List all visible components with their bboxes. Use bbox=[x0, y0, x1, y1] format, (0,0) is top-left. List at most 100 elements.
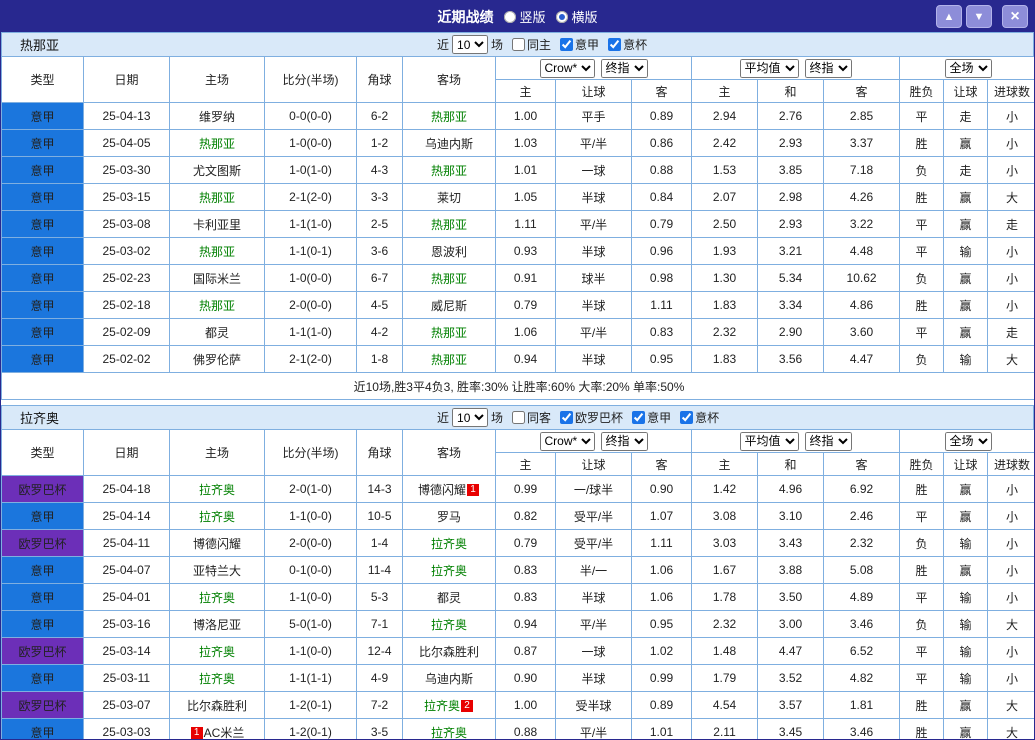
euro-away-odds: 10.62 bbox=[823, 264, 901, 292]
section-header-row: 热那亚 近 10 场 同主 意甲 意杯 bbox=[1, 32, 1034, 56]
filter-checkbox-2[interactable]: 意甲 bbox=[560, 36, 599, 53]
corner-cell: 4-5 bbox=[356, 291, 403, 319]
match-count-select[interactable]: 10 bbox=[452, 35, 489, 54]
checkbox-label-text: 同客 bbox=[527, 411, 552, 425]
away-team-cell: 热那亚 bbox=[402, 264, 496, 292]
team-label: 乌迪内斯 bbox=[424, 671, 473, 686]
asia-odds-dropdowns: Crow* 终指 bbox=[494, 56, 693, 80]
layout-radio-horizontal[interactable]: 横版 bbox=[555, 7, 598, 26]
checkbox-input[interactable] bbox=[512, 411, 526, 424]
score-cell: 0-0(0-0) bbox=[264, 102, 357, 130]
goals-result-cell: 小 bbox=[987, 664, 1034, 692]
euro-home-odds: 1.30 bbox=[691, 264, 759, 292]
asia-away-odds: 0.79 bbox=[630, 210, 693, 238]
checkbox-input[interactable] bbox=[560, 38, 574, 51]
handicap-result-cell: 赢 bbox=[943, 718, 989, 739]
match-filter-controls: 近 10 场 同主 意甲 意杯 bbox=[437, 35, 647, 54]
euro-draw-odds: 2.98 bbox=[757, 183, 825, 211]
result-cell: 平 bbox=[899, 210, 945, 238]
asia-handicap: 一球 bbox=[555, 637, 632, 665]
column-subheader: 主 bbox=[691, 452, 759, 476]
table-row: 意甲 25-02-09 都灵 1-1(1-0) 4-2 热那亚 1.06 平/半 0.83 2.3… bbox=[1, 318, 1034, 346]
asia-home-odds: 0.79 bbox=[495, 291, 556, 319]
checkbox-input[interactable] bbox=[608, 38, 622, 51]
column-header: 日期 bbox=[83, 429, 170, 476]
euro-away-odds: 4.47 bbox=[823, 345, 901, 373]
filter-checkbox-3[interactable]: 意杯 bbox=[608, 36, 647, 53]
odds-source-select[interactable]: Crow* bbox=[539, 431, 595, 451]
filter-checkbox-2[interactable]: 欧罗巴杯 bbox=[560, 409, 623, 426]
euro-draw-odds: 4.96 bbox=[757, 475, 825, 503]
corner-cell: 4-3 bbox=[356, 156, 403, 184]
filter-checkbox-1[interactable]: 同客 bbox=[512, 409, 551, 426]
table-row: 意甲 25-04-14 拉齐奥 1-1(0-0) 10-5 罗马 0.82 受平/半 1.07 3… bbox=[1, 502, 1034, 530]
table-row: 意甲 25-04-07 亚特兰大 0-1(0-0) 11-4 拉齐奥 0.83 半/一 1.06… bbox=[1, 556, 1034, 584]
column-header: 类型 bbox=[1, 429, 84, 476]
asia-home-odds: 0.88 bbox=[495, 718, 556, 739]
euro-home-odds: 4.54 bbox=[691, 691, 759, 719]
titlebar: 近期战绩 竖版 横版 ▲ ▼ × bbox=[1, 1, 1034, 32]
column-subheader: 进球数 bbox=[987, 79, 1034, 103]
euro-home-odds: 1.67 bbox=[691, 556, 759, 584]
date-cell: 25-02-23 bbox=[83, 264, 170, 292]
euro-source-select[interactable]: 平均值 bbox=[739, 431, 799, 451]
handicap-result-cell: 赢 bbox=[943, 475, 989, 503]
filter-label-near: 近 bbox=[437, 38, 450, 52]
layout-radio-vertical[interactable]: 竖版 bbox=[503, 7, 546, 26]
handicap-result-cell: 走 bbox=[943, 102, 989, 130]
away-team-cell: 拉齐奥 2 bbox=[402, 691, 496, 719]
euro-away-odds: 3.46 bbox=[823, 610, 901, 638]
checkbox-input[interactable] bbox=[560, 411, 574, 424]
corner-cell: 6-2 bbox=[356, 102, 403, 130]
handicap-result-cell: 输 bbox=[943, 610, 989, 638]
move-down-button[interactable]: ▼ bbox=[966, 5, 992, 28]
column-header: 主场 bbox=[169, 429, 265, 476]
checkbox-input[interactable] bbox=[632, 411, 646, 424]
handicap-result-cell: 输 bbox=[943, 583, 989, 611]
column-header: 日期 bbox=[83, 56, 170, 103]
euro-away-odds: 7.18 bbox=[823, 156, 901, 184]
date-cell: 25-03-03 bbox=[83, 718, 170, 739]
score-cell: 1-0(0-0) bbox=[264, 129, 357, 157]
asia-handicap: 受平/半 bbox=[555, 502, 632, 530]
match-count-select[interactable]: 10 bbox=[452, 408, 489, 427]
move-up-button[interactable]: ▲ bbox=[936, 5, 962, 28]
result-cell: 平 bbox=[899, 237, 945, 265]
asia-home-odds: 1.11 bbox=[495, 210, 556, 238]
date-cell: 25-03-14 bbox=[83, 637, 170, 665]
odds-time-select[interactable]: 终指 bbox=[600, 58, 648, 78]
result-cell: 平 bbox=[899, 102, 945, 130]
league-cell: 意甲 bbox=[1, 345, 84, 373]
table-row: 意甲 25-03-08 卡利亚里 1-1(1-0) 2-5 热那亚 1.11 平/半 0.79 2… bbox=[1, 210, 1034, 238]
euro-time-select[interactable]: 终指 bbox=[804, 58, 852, 78]
league-cell: 欧罗巴杯 bbox=[1, 529, 84, 557]
asia-home-odds: 0.93 bbox=[495, 237, 556, 265]
filter-checkbox-1[interactable]: 同主 bbox=[512, 36, 551, 53]
goals-result-cell: 大 bbox=[987, 183, 1034, 211]
checkbox-input[interactable] bbox=[680, 411, 694, 424]
close-button[interactable]: × bbox=[1002, 5, 1028, 28]
euro-time-select[interactable]: 终指 bbox=[804, 431, 852, 451]
team-label: 亚特兰大 bbox=[192, 563, 241, 578]
checkbox-label-text: 意杯 bbox=[695, 411, 720, 425]
odds-time-select[interactable]: 终指 bbox=[600, 431, 648, 451]
filter-checkbox-3[interactable]: 意甲 bbox=[632, 409, 671, 426]
euro-source-select[interactable]: 平均值 bbox=[739, 58, 799, 78]
scope-select[interactable]: 全场 bbox=[944, 58, 992, 78]
corner-cell: 12-4 bbox=[356, 637, 403, 665]
odds-source-select[interactable]: Crow* bbox=[539, 58, 595, 78]
column-header: 主场 bbox=[169, 56, 265, 103]
goals-result-cell: 大 bbox=[987, 345, 1034, 373]
asia-handicap: 平/半 bbox=[555, 718, 632, 739]
euro-away-odds: 1.81 bbox=[823, 691, 901, 719]
scope-select[interactable]: 全场 bbox=[944, 431, 992, 451]
euro-home-odds: 1.42 bbox=[691, 475, 759, 503]
corner-cell: 6-7 bbox=[356, 264, 403, 292]
score-cell: 1-0(0-0) bbox=[264, 264, 357, 292]
asia-away-odds: 1.07 bbox=[630, 502, 693, 530]
filter-checkbox-4[interactable]: 意杯 bbox=[680, 409, 719, 426]
euro-away-odds: 2.46 bbox=[823, 502, 901, 530]
checkbox-input[interactable] bbox=[512, 38, 526, 51]
league-cell: 意甲 bbox=[1, 291, 84, 319]
asia-handicap: 受半球 bbox=[555, 691, 632, 719]
